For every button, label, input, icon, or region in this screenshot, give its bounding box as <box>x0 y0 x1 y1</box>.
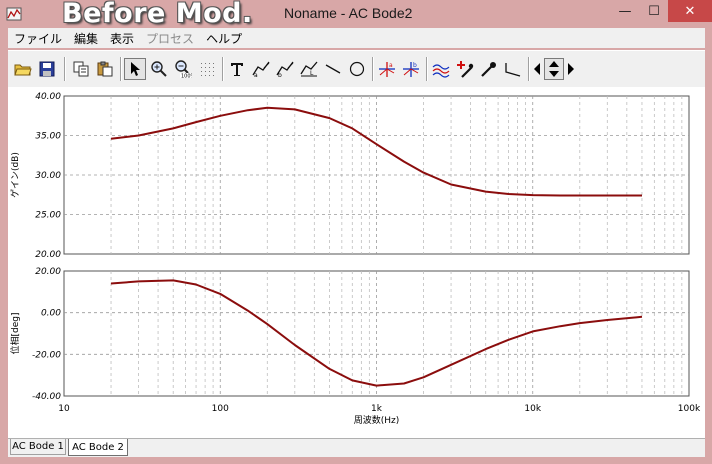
x-tick-label: 100k <box>678 404 701 414</box>
slope-icon[interactable] <box>502 58 524 80</box>
zoom-in-icon[interactable] <box>148 58 170 80</box>
x-tick-label: 100 <box>212 404 229 414</box>
grid-icon[interactable] <box>196 58 218 80</box>
x-tick-label: 10k <box>524 404 541 414</box>
cursor-b-marker-icon[interactable]: b <box>400 58 422 80</box>
y-tick-label: 25.00 <box>35 211 61 221</box>
maximize-button[interactable]: ☐ <box>640 0 668 22</box>
app-icon[interactable] <box>6 6 22 22</box>
save-icon[interactable] <box>36 58 58 80</box>
app-window: Before Mod. Noname - AC Bode2 — ☐ ✕ ファイル… <box>0 0 712 464</box>
arrow-right-icon[interactable] <box>564 58 578 80</box>
label-icon[interactable]: L <box>298 58 320 80</box>
sheet-tab-bar: AC Bode 1 AC Bode 2 <box>8 438 705 457</box>
pointer-icon[interactable] <box>124 58 146 80</box>
bode-plot[interactable]: 40.00 35.00 30.00 25.00 20.00 ゲイン(dB) 20.00 0.0… <box>8 87 705 438</box>
menu-help[interactable]: ヘルプ <box>200 30 248 47</box>
paste-icon[interactable] <box>94 58 116 80</box>
add-marker-icon[interactable] <box>454 58 476 80</box>
y-axis-label: ゲイン(dB) <box>9 152 21 198</box>
y-tick-label: -40.00 <box>32 392 61 402</box>
y-tick-label: 30.00 <box>35 171 61 181</box>
open-folder-icon[interactable] <box>12 58 34 80</box>
y-tick-label: 40.00 <box>35 92 61 102</box>
x-tick-label: 1k <box>371 404 383 414</box>
svg-text:b: b <box>278 72 282 78</box>
cursor-b-icon[interactable]: b <box>274 58 296 80</box>
close-button[interactable]: ✕ <box>668 0 712 22</box>
line-tool-icon[interactable] <box>322 58 344 80</box>
menu-process[interactable]: プロセス <box>140 30 200 47</box>
toolbar: 100% a b L a b <box>8 50 705 88</box>
toolbar-separator <box>222 57 224 81</box>
y-tick-label: 20.00 <box>35 267 61 277</box>
tab-ac-bode-1[interactable]: AC Bode 1 <box>10 439 66 455</box>
copy-icon[interactable] <box>70 58 92 80</box>
toolbar-separator <box>120 57 122 81</box>
minimize-button[interactable]: — <box>610 0 640 22</box>
menu-bar: ファイル 編集 表示 プロセス ヘルプ <box>8 28 705 48</box>
menu-file[interactable]: ファイル <box>8 30 68 47</box>
menu-view[interactable]: 表示 <box>104 30 140 47</box>
toolbar-separator <box>426 57 428 81</box>
tab-ac-bode-2[interactable]: AC Bode 2 <box>68 439 128 456</box>
y-axis-label: 位相[deg] <box>9 313 21 355</box>
ellipse-tool-icon[interactable] <box>346 58 368 80</box>
y-tick-label: 0.00 <box>41 309 61 319</box>
text-tool-icon[interactable] <box>226 58 248 80</box>
toolbar-separator <box>372 57 374 81</box>
zoom-100-icon[interactable]: 100% <box>172 58 194 80</box>
arrow-left-icon[interactable] <box>530 58 544 80</box>
multi-trace-icon[interactable] <box>430 58 452 80</box>
cursor-a-marker-icon[interactable]: a <box>376 58 398 80</box>
toolbar-separator <box>64 57 66 81</box>
menu-edit[interactable]: 編集 <box>68 30 104 47</box>
svg-text:b: b <box>413 62 417 69</box>
probe-icon[interactable] <box>478 58 500 80</box>
plot-area[interactable]: 40.00 35.00 30.00 25.00 20.00 ゲイン(dB) 20.00 0.0… <box>8 87 705 438</box>
y-tick-label: -20.00 <box>32 350 61 360</box>
arrow-updown-icon[interactable] <box>544 58 564 80</box>
window-title: Noname - AC Bode2 <box>284 5 413 21</box>
x-tick-label: 10 <box>58 404 70 414</box>
y-tick-label: 20.00 <box>35 250 61 260</box>
y-tick-label: 35.00 <box>35 132 61 142</box>
title-bar[interactable]: Before Mod. Noname - AC Bode2 — ☐ ✕ <box>0 0 712 29</box>
svg-text:a: a <box>389 62 393 69</box>
cursor-a-icon[interactable]: a <box>250 58 272 80</box>
svg-text:a: a <box>254 72 258 78</box>
banner-text: Before Mod. <box>62 0 253 29</box>
svg-text:100%: 100% <box>181 74 192 79</box>
x-axis-label: 周波数(Hz) <box>354 414 400 426</box>
